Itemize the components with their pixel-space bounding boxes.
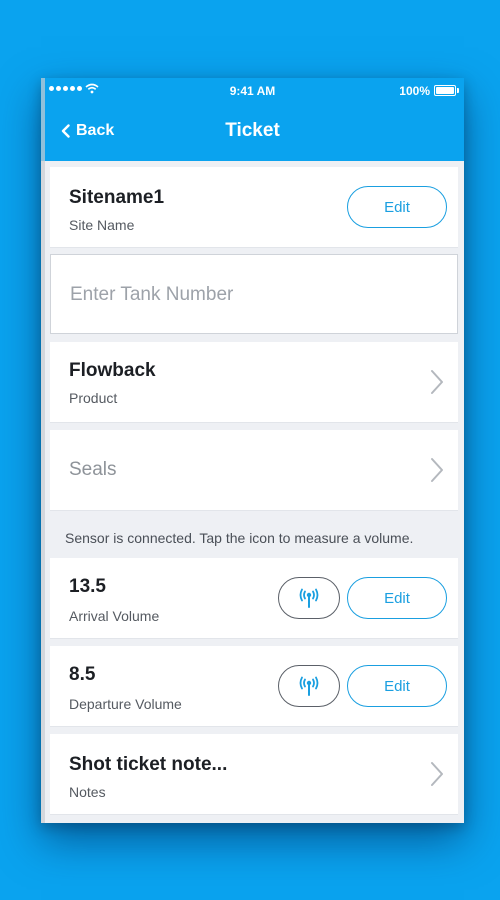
sensor-status-message: Sensor is connected. Tap the icon to mea… xyxy=(65,530,414,546)
page-title: Ticket xyxy=(225,120,280,141)
site-name-row: Sitename1 Site Name Edit xyxy=(50,167,458,248)
site-name-value: Sitename1 xyxy=(69,187,165,208)
seals-label: Seals xyxy=(69,459,117,480)
departure-measure-button[interactable] xyxy=(278,665,340,707)
phone-bezel-edge xyxy=(41,78,45,823)
site-name-label: Site Name xyxy=(69,217,135,233)
arrival-edit-button[interactable]: Edit xyxy=(347,577,447,619)
chevron-right-icon xyxy=(431,370,443,394)
arrival-volume-value: 13.5 xyxy=(69,576,106,597)
departure-volume-label: Departure Volume xyxy=(69,696,182,712)
battery-icon xyxy=(434,85,459,96)
ticket-form: Sitename1 Site Name Edit Enter Tank Numb… xyxy=(41,161,464,823)
departure-volume-value: 8.5 xyxy=(69,664,96,685)
tank-number-field[interactable]: Enter Tank Number xyxy=(50,254,458,334)
notes-value: Shot ticket note... xyxy=(69,754,228,775)
arrival-measure-button[interactable] xyxy=(278,577,340,619)
notes-row[interactable]: Shot ticket note... Notes xyxy=(50,734,458,815)
tank-number-placeholder: Enter Tank Number xyxy=(70,284,234,305)
phone-screen: 9:41 AM 100% Back Ticket Sitename1 Site … xyxy=(41,78,464,823)
chevron-right-icon xyxy=(431,458,443,482)
antenna-icon xyxy=(299,588,319,608)
departure-edit-button[interactable]: Edit xyxy=(347,665,447,707)
departure-volume-row: 8.5 Departure Volume Edit xyxy=(50,646,458,727)
status-bar: 9:41 AM 100% xyxy=(41,78,464,102)
notes-label: Notes xyxy=(69,784,106,800)
antenna-icon xyxy=(299,676,319,696)
arrival-volume-row: 13.5 Arrival Volume Edit xyxy=(50,558,458,639)
chevron-right-icon xyxy=(431,762,443,786)
battery-percentage: 100% xyxy=(399,84,430,98)
navigation-bar: 9:41 AM 100% Back Ticket xyxy=(41,78,464,161)
product-label: Product xyxy=(69,390,118,406)
seals-row[interactable]: Seals xyxy=(50,430,458,511)
arrival-volume-label: Arrival Volume xyxy=(69,608,160,624)
site-edit-button[interactable]: Edit xyxy=(347,186,447,228)
product-row[interactable]: Flowback Product xyxy=(50,342,458,423)
product-value: Flowback xyxy=(69,360,156,381)
